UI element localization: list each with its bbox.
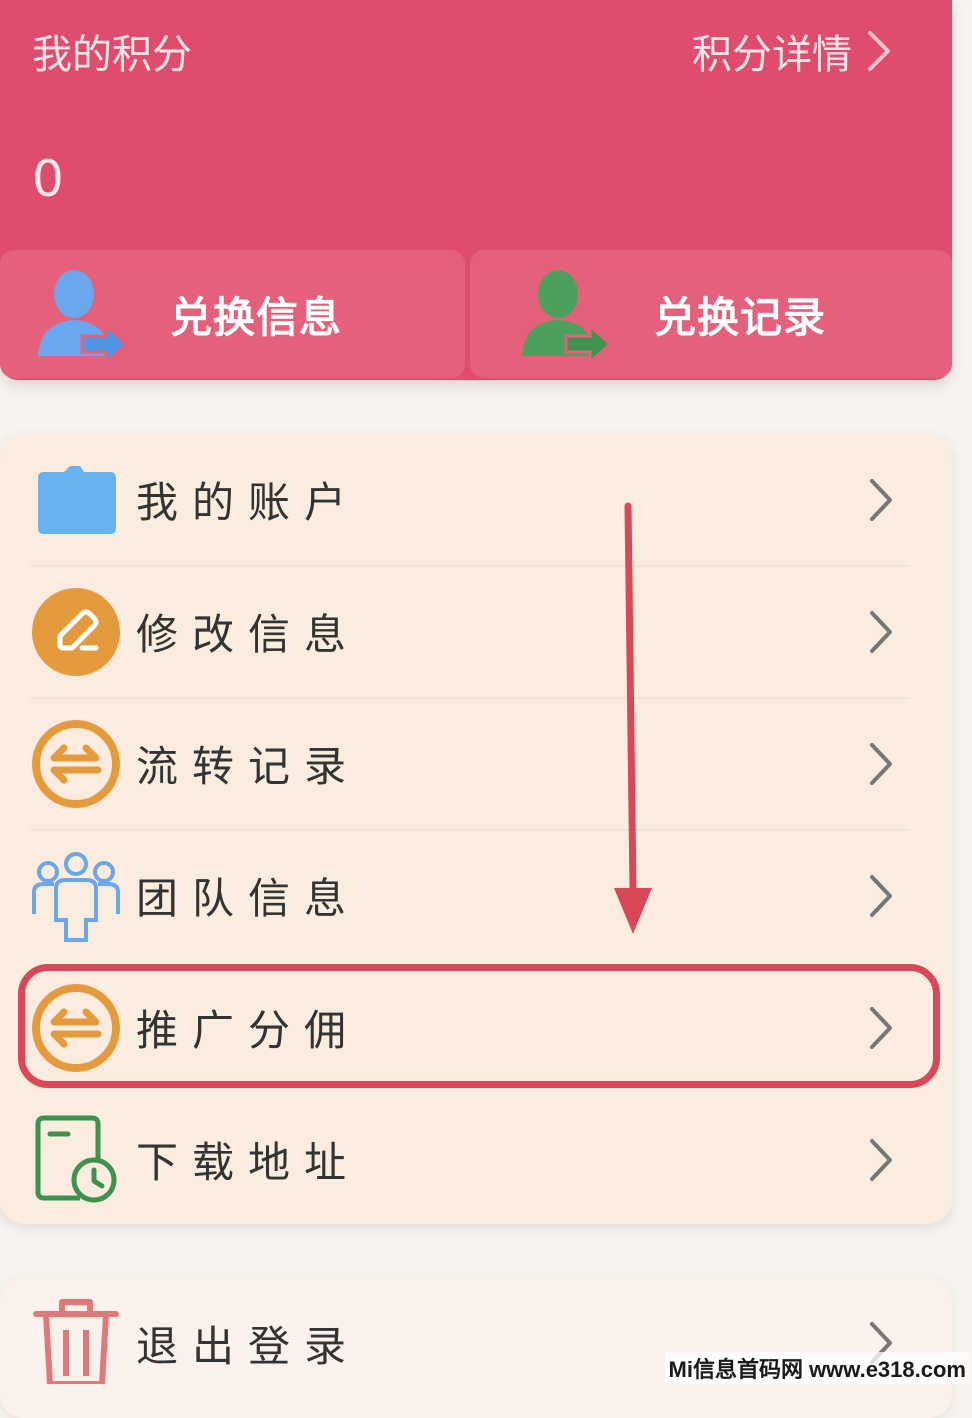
points-value: 0 [32,150,64,208]
menu-item-label: 我的账户 [136,478,361,527]
transfer-icon [30,718,122,810]
chevron-right-icon [868,31,890,71]
exchange-record-label: 兑换记录 [654,292,827,342]
logout-label: 退出登录 [136,1321,361,1371]
menu-item-label: 团队信息 [136,874,361,923]
menu-item-label: 流转记录 [136,742,361,791]
menu-item-download-address[interactable]: 下载地址 [0,1094,952,1225]
menu-item-team-info[interactable]: 团队信息 [0,830,952,961]
user-transfer-icon [38,270,129,364]
chevron-right-icon [870,478,892,521]
document-clock-icon [30,1114,122,1206]
trash-icon [30,1292,122,1384]
exchange-info-label: 兑换信息 [170,292,343,342]
points-title: 我的积分 [32,32,192,78]
user-transfer-icon [522,270,613,364]
arrow-down-icon [614,502,652,934]
chevron-right-icon [870,874,892,917]
menu-item-label: 下载地址 [136,1138,361,1187]
edit-icon [30,586,122,678]
menu-item-edit-info[interactable]: 修改信息 [0,566,952,697]
chevron-right-icon [870,610,892,653]
team-icon [30,850,122,942]
watermark: Mi信息首码网 www.e318.com [664,1352,970,1384]
chevron-right-icon [870,742,892,785]
highlight-annotation [18,964,940,1088]
menu-item-transfer-records[interactable]: 流转记录 [0,698,952,829]
folder-icon [30,454,122,546]
menu-item-account[interactable]: 我的账户 [0,434,952,565]
menu-item-label: 修改信息 [136,610,361,659]
logout-button[interactable]: 退出登录 [0,1278,952,1408]
chevron-right-icon [870,1138,892,1181]
points-card: 我的积分 积分详情 0 兑换信息 兑换记录 [0,0,952,380]
points-detail-link[interactable]: 积分详情 [692,22,892,80]
points-detail-label: 积分详情 [692,32,852,78]
exchange-record-button[interactable]: 兑换记录 [470,250,952,378]
exchange-info-button[interactable]: 兑换信息 [0,250,465,378]
